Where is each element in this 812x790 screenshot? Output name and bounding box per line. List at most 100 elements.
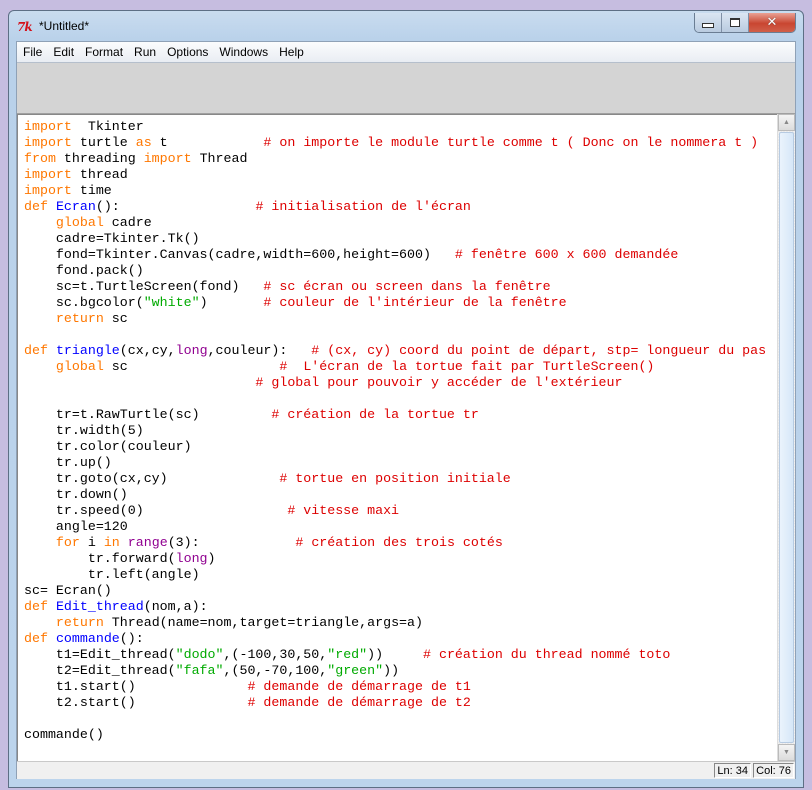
code-line[interactable]: tr.color(couleur)	[24, 439, 766, 455]
code-token: ))	[367, 647, 423, 662]
vertical-scrollbar[interactable]: ▲ ▼	[777, 114, 795, 761]
comment-token: # demande de démarrage de t1	[247, 679, 471, 694]
code-line[interactable]: global cadre	[24, 215, 766, 231]
keyword-token: return	[55, 311, 104, 326]
menu-windows[interactable]: Windows	[213, 42, 273, 62]
code-line[interactable]	[24, 327, 766, 343]
code-line[interactable]: tr.up()	[24, 455, 766, 471]
code-line[interactable]: tr.down()	[24, 487, 766, 503]
code-line[interactable]: t2.start() # demande de démarrage de t2	[24, 695, 766, 711]
keyword-token: import	[24, 135, 72, 150]
builtin-token: range	[127, 535, 168, 550]
keyword-token: def	[24, 343, 48, 358]
code-token: tr.up()	[24, 455, 112, 470]
code-line[interactable]: angle=120	[24, 519, 766, 535]
code-token: sc	[103, 311, 128, 326]
keyword-token: in	[103, 535, 120, 550]
close-button[interactable]: ✕	[749, 13, 795, 32]
code-line[interactable]: tr.speed(0) # vitesse maxi	[24, 503, 766, 519]
code-line[interactable]: fond=Tkinter.Canvas(cadre,width=600,heig…	[24, 247, 766, 263]
code-line[interactable]: tr.width(5)	[24, 423, 766, 439]
menu-bar: File Edit Format Run Options Windows Hel…	[17, 42, 795, 63]
code-token: commande()	[24, 727, 104, 742]
comment-token: # on importe le module turtle comme t ( …	[263, 135, 759, 150]
definition-token: Edit_thread	[55, 599, 144, 614]
code-line[interactable]: t1=Edit_thread("dodo",(-100,30,50,"red")…	[24, 647, 766, 663]
scrollbar-thumb[interactable]	[779, 132, 794, 743]
keyword-token: global	[55, 215, 104, 230]
code-line[interactable]: sc= Ecran()	[24, 583, 766, 599]
comment-token: # (cx, cy) coord du point de départ, stp…	[311, 343, 767, 358]
code-line[interactable]: def Edit_thread(nom,a):	[24, 599, 766, 615]
code-line[interactable]: def triangle(cx,cy,long,couleur): # (cx,…	[24, 343, 766, 359]
code-line[interactable]: t2=Edit_thread("fafa",(50,-70,100,"green…	[24, 663, 766, 679]
code-line[interactable]: sc=t.TurtleScreen(fond) # sc écran ou sc…	[24, 279, 766, 295]
minimize-button[interactable]	[695, 13, 722, 32]
comment-token: # création de la tortue tr	[271, 407, 479, 422]
code-line[interactable]	[24, 711, 766, 727]
code-editor[interactable]: import Tkinter import turtle as t # on im…	[17, 114, 777, 761]
menu-run[interactable]: Run	[128, 42, 161, 62]
code-line[interactable]: tr.left(angle)	[24, 567, 766, 583]
string-token: "white"	[143, 295, 200, 310]
code-text[interactable]: import Tkinter import turtle as t # on im…	[24, 119, 766, 743]
keyword-token: from	[24, 151, 56, 166]
code-line[interactable]: for i in range(3): # création des trois …	[24, 535, 766, 551]
code-token: ,(50,-70,100,	[223, 663, 328, 678]
code-line[interactable]: sc.bgcolor("white") # couleur de l'intér…	[24, 295, 766, 311]
menu-help[interactable]: Help	[273, 42, 309, 62]
menu-edit[interactable]: Edit	[47, 42, 79, 62]
code-line[interactable]: from threading import Thread	[24, 151, 766, 167]
code-line[interactable]: tr.goto(cx,cy) # tortue en position init…	[24, 471, 766, 487]
code-line[interactable]: def commande():	[24, 631, 766, 647]
code-line[interactable]: return Thread(name=nom,target=triangle,a…	[24, 615, 766, 631]
code-token: ))	[383, 663, 400, 678]
code-line[interactable]: return sc	[24, 311, 766, 327]
scroll-up-button[interactable]: ▲	[778, 114, 795, 131]
tk-feather-icon: 7k	[17, 20, 33, 34]
keyword-token: global	[55, 359, 104, 374]
code-line[interactable]: global sc # L'écran de la tortue fait pa…	[24, 359, 766, 375]
code-token: sc= Ecran()	[24, 583, 112, 598]
code-token: )	[207, 551, 216, 566]
scroll-down-button[interactable]: ▼	[778, 744, 795, 761]
menu-options[interactable]: Options	[161, 42, 213, 62]
menu-format[interactable]: Format	[79, 42, 128, 62]
comment-token: # global pour pouvoir y accéder de l'ext…	[255, 375, 623, 390]
code-line[interactable]: cadre=Tkinter.Tk()	[24, 231, 766, 247]
code-line[interactable]: import Tkinter	[24, 119, 766, 135]
code-token: t2=Edit_thread(	[24, 663, 176, 678]
comment-token: # création du thread nommé toto	[423, 647, 671, 662]
code-token: (cx,cy,	[119, 343, 176, 358]
code-line[interactable]: def Ecran(): # initialisation de l'écran	[24, 199, 766, 215]
code-token: ():	[95, 199, 256, 214]
code-line[interactable]: import thread	[24, 167, 766, 183]
menu-file[interactable]: File	[17, 42, 47, 62]
title-bar[interactable]: 7k *Untitled* ✕	[9, 11, 803, 41]
code-line[interactable]: import time	[24, 183, 766, 199]
comment-token: # tortue en position initiale	[279, 471, 511, 486]
code-line[interactable]: t1.start() # demande de démarrage de t1	[24, 679, 766, 695]
client-area: File Edit Format Run Options Windows Hel…	[16, 41, 796, 779]
code-line[interactable]	[24, 391, 766, 407]
code-line[interactable]: commande()	[24, 727, 766, 743]
maximize-button[interactable]	[722, 13, 749, 32]
window-title: *Untitled*	[39, 19, 90, 33]
keyword-token: as	[135, 135, 152, 150]
keyword-token: import	[143, 151, 192, 166]
window-controls: ✕	[694, 13, 796, 33]
code-line[interactable]: fond.pack()	[24, 263, 766, 279]
code-line[interactable]: tr=t.RawTurtle(sc) # création de la tort…	[24, 407, 766, 423]
line-number-indicator: Ln: 34	[714, 763, 751, 778]
code-line[interactable]: tr.forward(long)	[24, 551, 766, 567]
code-line[interactable]: import turtle as t # on importe le modul…	[24, 135, 766, 151]
code-token: cadre	[103, 215, 152, 230]
code-token: tr.down()	[24, 487, 128, 502]
code-token: cadre=Tkinter.Tk()	[24, 231, 200, 246]
comment-token: # fenêtre 600 x 600 demandée	[454, 247, 679, 262]
code-line[interactable]: # global pour pouvoir y accéder de l'ext…	[24, 375, 766, 391]
keyword-token: def	[24, 631, 48, 646]
